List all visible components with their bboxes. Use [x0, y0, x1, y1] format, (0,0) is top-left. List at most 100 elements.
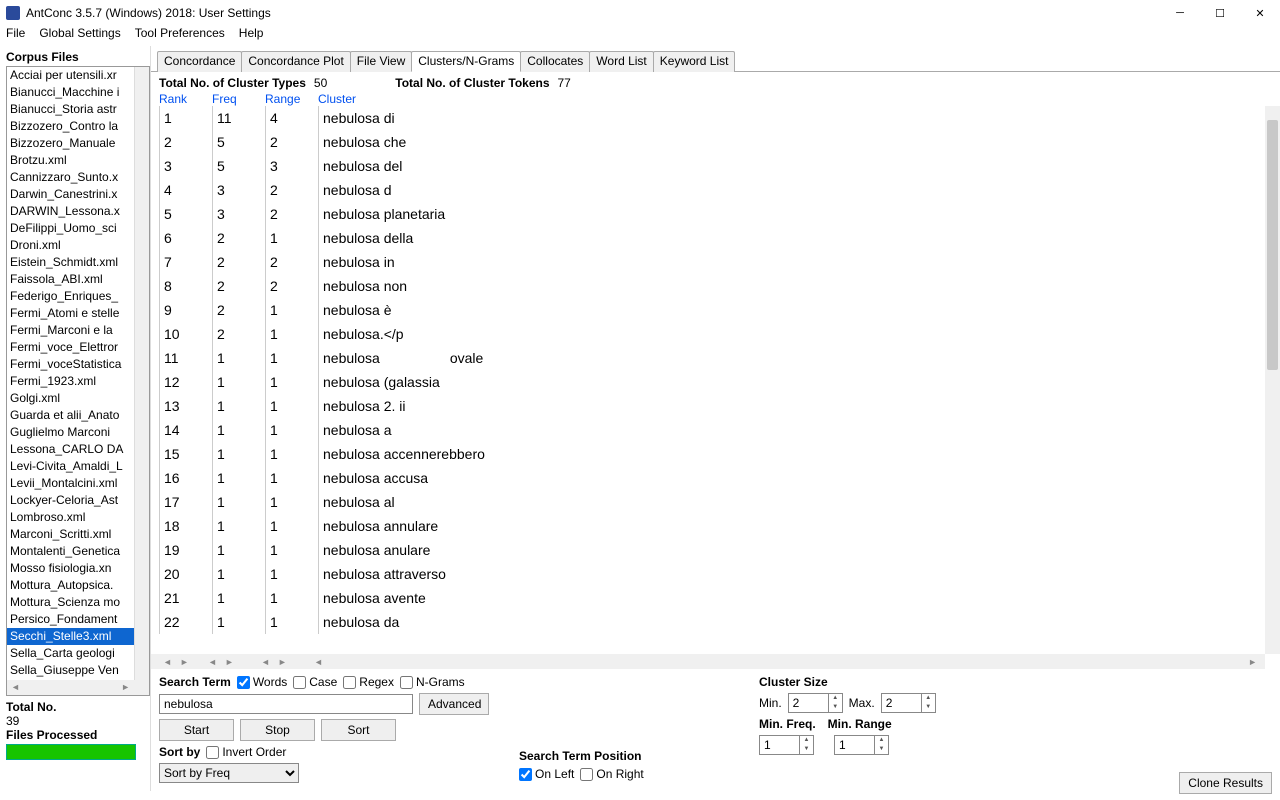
result-row[interactable]: 2211nebulosa da: [159, 610, 1257, 634]
result-row[interactable]: 822nebulosa non: [159, 274, 1257, 298]
maximize-button[interactable]: ☐: [1200, 0, 1240, 26]
corpus-file-item[interactable]: Bizzozero_Manuale: [7, 135, 149, 152]
corpus-file-item[interactable]: Lombroso.xml: [7, 509, 149, 526]
result-row[interactable]: 1111nebulosa ovale: [159, 346, 1257, 370]
result-row[interactable]: 1114nebulosa di: [159, 106, 1257, 130]
corpus-file-item[interactable]: Lockyer-Celoria_Ast: [7, 492, 149, 509]
corpus-file-item[interactable]: Brotzu.xml: [7, 152, 149, 169]
cluster-min-spinner[interactable]: ▲▼: [828, 693, 843, 713]
corpus-file-item[interactable]: Secchi_Stelle3.xml: [7, 628, 149, 645]
result-row[interactable]: 1911nebulosa anulare: [159, 538, 1257, 562]
min-freq-spinner[interactable]: ▲▼: [799, 735, 814, 755]
result-row[interactable]: 1311nebulosa 2. ii: [159, 394, 1257, 418]
advanced-button[interactable]: Advanced: [419, 693, 489, 715]
corpus-file-item[interactable]: Darwin_Canestrini.x: [7, 186, 149, 203]
menu-global-settings[interactable]: Global Settings: [39, 26, 120, 46]
result-row[interactable]: 1211nebulosa (galassia: [159, 370, 1257, 394]
stop-button[interactable]: Stop: [240, 719, 315, 741]
corpus-file-item[interactable]: Fermi_voce_Elettror: [7, 339, 149, 356]
min-range-spinner[interactable]: ▲▼: [874, 735, 889, 755]
corpus-file-item[interactable]: Acciai per utensili.xr: [7, 67, 149, 84]
ngrams-checkbox[interactable]: [400, 676, 413, 689]
menu-file[interactable]: File: [6, 26, 25, 46]
result-row[interactable]: 1711nebulosa al: [159, 490, 1257, 514]
result-row[interactable]: 432nebulosa d: [159, 178, 1257, 202]
search-input[interactable]: [159, 694, 413, 714]
invert-order-checkbox[interactable]: [206, 746, 219, 759]
tab-file-view[interactable]: File View: [350, 51, 412, 72]
regex-checkbox[interactable]: [343, 676, 356, 689]
tab-concordance-plot[interactable]: Concordance Plot: [241, 51, 350, 72]
cluster-max-spinner[interactable]: ▲▼: [921, 693, 936, 713]
result-row[interactable]: 2111nebulosa avente: [159, 586, 1257, 610]
results-hscroll[interactable]: ◄► ◄► ◄► ◄►: [151, 654, 1265, 669]
case-checkbox[interactable]: [293, 676, 306, 689]
corpus-file-item[interactable]: Lessona_CARLO DA: [7, 441, 149, 458]
min-range-input[interactable]: [834, 735, 874, 755]
cluster-max-input[interactable]: [881, 693, 921, 713]
result-row[interactable]: 1611nebulosa accusa: [159, 466, 1257, 490]
col-freq[interactable]: Freq: [212, 92, 265, 106]
result-row[interactable]: 1021nebulosa.</p: [159, 322, 1257, 346]
minimize-button[interactable]: ─: [1160, 0, 1200, 26]
result-row[interactable]: 722nebulosa in: [159, 250, 1257, 274]
start-button[interactable]: Start: [159, 719, 234, 741]
corpus-file-item[interactable]: Bianucci_Storia astr: [7, 101, 149, 118]
corpus-vscroll[interactable]: [134, 67, 149, 680]
clone-results-button[interactable]: Clone Results: [1179, 772, 1272, 794]
corpus-files-list[interactable]: Acciai per utensili.xrBianucci_Macchine …: [6, 66, 150, 696]
result-row[interactable]: 252nebulosa che: [159, 130, 1257, 154]
results-list[interactable]: 1114nebulosa di252nebulosa che353nebulos…: [151, 106, 1265, 654]
col-rank[interactable]: Rank: [159, 92, 212, 106]
corpus-file-item[interactable]: Fermi_1923.xml: [7, 373, 149, 390]
corpus-file-item[interactable]: Bianucci_Macchine i: [7, 84, 149, 101]
menu-help[interactable]: Help: [239, 26, 264, 46]
corpus-file-item[interactable]: Levi-Civita_Amaldi_L: [7, 458, 149, 475]
min-freq-input[interactable]: [759, 735, 799, 755]
corpus-file-item[interactable]: Persico_Fondament: [7, 611, 149, 628]
result-row[interactable]: 532nebulosa planetaria: [159, 202, 1257, 226]
corpus-hscroll[interactable]: ◄►: [7, 680, 149, 695]
corpus-file-item[interactable]: DeFilippi_Uomo_sci: [7, 220, 149, 237]
words-checkbox[interactable]: [237, 676, 250, 689]
result-row[interactable]: 621nebulosa della: [159, 226, 1257, 250]
corpus-file-item[interactable]: Sella_Giuseppe Ven: [7, 662, 149, 679]
close-button[interactable]: ✕: [1240, 0, 1280, 26]
corpus-file-item[interactable]: Fermi_Marconi e la: [7, 322, 149, 339]
tab-collocates[interactable]: Collocates: [520, 51, 590, 72]
result-row[interactable]: 353nebulosa del: [159, 154, 1257, 178]
corpus-file-item[interactable]: Levii_Montalcini.xml: [7, 475, 149, 492]
corpus-file-item[interactable]: Federigo_Enriques_: [7, 288, 149, 305]
result-row[interactable]: 2011nebulosa attraverso: [159, 562, 1257, 586]
onleft-checkbox[interactable]: [519, 768, 532, 781]
corpus-file-item[interactable]: Montalenti_Genetica: [7, 543, 149, 560]
cluster-min-input[interactable]: [788, 693, 828, 713]
corpus-file-item[interactable]: Sella_Carta geologi: [7, 645, 149, 662]
sortby-select[interactable]: Sort by Freq: [159, 763, 299, 783]
corpus-file-item[interactable]: Mottura_Scienza mo: [7, 594, 149, 611]
sort-button[interactable]: Sort: [321, 719, 396, 741]
tab-clusters-n-grams[interactable]: Clusters/N-Grams: [411, 51, 521, 72]
tab-concordance[interactable]: Concordance: [157, 51, 242, 72]
tab-keyword-list[interactable]: Keyword List: [653, 51, 736, 72]
corpus-file-item[interactable]: Eistein_Schmidt.xml: [7, 254, 149, 271]
corpus-file-item[interactable]: Guglielmo Marconi: [7, 424, 149, 441]
col-range[interactable]: Range: [265, 92, 318, 106]
corpus-file-item[interactable]: Bizzozero_Contro la: [7, 118, 149, 135]
results-vscroll[interactable]: [1265, 106, 1280, 654]
onright-checkbox[interactable]: [580, 768, 593, 781]
col-cluster[interactable]: Cluster: [318, 92, 1272, 106]
corpus-file-item[interactable]: Mottura_Autopsica.: [7, 577, 149, 594]
corpus-file-item[interactable]: Cannizzaro_Sunto.x: [7, 169, 149, 186]
tab-word-list[interactable]: Word List: [589, 51, 653, 72]
corpus-file-item[interactable]: Marconi_Scritti.xml: [7, 526, 149, 543]
corpus-file-item[interactable]: Mosso fisiologia.xn: [7, 560, 149, 577]
corpus-file-item[interactable]: Golgi.xml: [7, 390, 149, 407]
corpus-file-item[interactable]: Guarda et alii_Anato: [7, 407, 149, 424]
corpus-file-item[interactable]: Faissola_ABI.xml: [7, 271, 149, 288]
result-row[interactable]: 1411nebulosa a: [159, 418, 1257, 442]
result-row[interactable]: 1811nebulosa annulare: [159, 514, 1257, 538]
corpus-file-item[interactable]: Droni.xml: [7, 237, 149, 254]
menu-tool-preferences[interactable]: Tool Preferences: [135, 26, 225, 46]
corpus-file-item[interactable]: Fermi_voceStatistica: [7, 356, 149, 373]
